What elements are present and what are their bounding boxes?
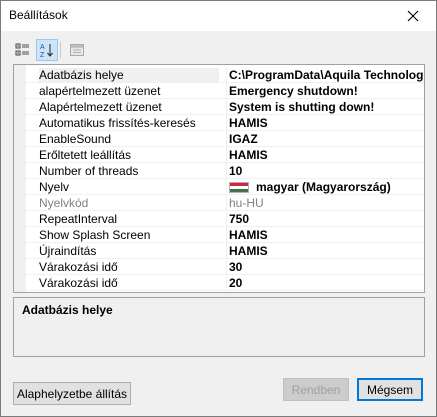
property-row[interactable]: Show Splash Screen HAMIS — [26, 227, 424, 243]
property-value[interactable]: 750 — [229, 212, 423, 226]
column-divider — [226, 163, 227, 178]
property-value[interactable]: 10 — [229, 164, 423, 178]
column-divider — [226, 259, 227, 274]
column-divider — [226, 131, 227, 146]
column-divider — [226, 243, 227, 258]
close-button[interactable] — [390, 1, 436, 31]
property-row[interactable]: Újraindítás HAMIS — [26, 243, 424, 259]
property-row[interactable]: Number of threads 10 — [26, 163, 424, 179]
property-name: Várakozási idő — [39, 260, 118, 274]
categorized-view-button[interactable] — [12, 39, 34, 61]
property-name: Number of threads — [39, 164, 139, 178]
language-value: magyar (Magyarország) — [256, 180, 391, 194]
property-row[interactable]: Nyelvkód hu-HU — [26, 195, 424, 211]
property-name: RepeatInterval — [39, 212, 118, 226]
property-row[interactable]: Várakozási idő 30 — [26, 259, 424, 275]
column-divider — [226, 275, 227, 290]
column-divider — [226, 147, 227, 162]
column-divider — [226, 67, 227, 82]
categorized-view-icon — [15, 43, 29, 56]
description-title: Adatbázis helye — [22, 303, 113, 317]
property-value[interactable]: HAMIS — [229, 228, 423, 242]
flag-stripe-green — [230, 189, 248, 192]
cancel-button[interactable]: Mégsem — [357, 378, 423, 401]
column-divider — [226, 195, 227, 210]
close-icon — [407, 10, 419, 22]
property-name: Újraindítás — [39, 244, 97, 258]
property-row[interactable]: Automatikus frissítés-keresés HAMIS — [26, 115, 424, 131]
property-name: Automatikus frissítés-keresés — [39, 116, 196, 130]
property-value[interactable]: Emergency shutdown! — [229, 84, 423, 98]
alphabetical-sort-button[interactable]: A Z — [36, 39, 58, 61]
svg-text:Z: Z — [40, 52, 45, 58]
title-bar: Beállítások — [1, 1, 436, 31]
property-name: alapértelmezett üzenet — [39, 84, 161, 98]
property-row[interactable]: Nyelv magyar (Magyarország) — [26, 179, 424, 195]
column-divider — [226, 115, 227, 130]
window-title: Beállítások — [9, 8, 68, 22]
property-value[interactable]: 20 — [229, 276, 423, 290]
property-grid: Adatbázis helye C:\ProgramData\Aquila Te… — [13, 64, 425, 293]
column-divider — [226, 99, 227, 114]
property-value[interactable]: HAMIS — [229, 116, 423, 130]
property-name: Erőltetett leállítás — [39, 148, 132, 162]
column-divider — [226, 179, 227, 194]
column-divider — [226, 83, 227, 98]
column-divider — [226, 227, 227, 242]
property-name: Várakozási idő — [39, 276, 118, 290]
grid-left-margin — [14, 65, 26, 292]
svg-text:A: A — [40, 44, 45, 51]
property-name: Adatbázis helye — [39, 68, 219, 82]
property-value[interactable]: 30 — [229, 260, 423, 274]
property-row[interactable]: Erőltetett leállítás HAMIS — [26, 147, 424, 163]
property-value[interactable]: HAMIS — [229, 148, 423, 162]
property-value[interactable]: System is shutting down! — [229, 100, 423, 114]
settings-dialog: Beállítások A Z Adatbázis helye C:\Progr… — [0, 0, 437, 417]
description-panel: Adatbázis helye — [13, 297, 425, 357]
hungary-flag-icon — [229, 182, 249, 193]
property-grid-toolbar: A Z — [12, 39, 425, 61]
property-row[interactable]: EnableSound IGAZ — [26, 131, 424, 147]
property-value[interactable]: C:\ProgramData\Aquila Technology\ — [229, 68, 423, 82]
property-name: Nyelv — [39, 180, 70, 194]
property-pages-button — [66, 39, 88, 61]
property-row[interactable]: RepeatInterval 750 — [26, 211, 424, 227]
property-row[interactable]: alapértelmezett üzenet Emergency shutdow… — [26, 83, 424, 99]
property-value-language[interactable]: magyar (Magyarország) — [229, 180, 423, 194]
toolbar-separator — [60, 42, 61, 58]
property-value[interactable]: IGAZ — [229, 132, 423, 146]
alphabetical-sort-icon: A Z — [40, 44, 53, 58]
property-name: Nyelvkód — [39, 196, 89, 210]
property-row[interactable]: Várakozási idő 20 — [26, 275, 424, 291]
reset-button[interactable]: Alaphelyzetbe állítás — [13, 382, 131, 405]
property-row[interactable]: Alapértelmezett üzenet System is shuttin… — [26, 99, 424, 115]
property-pages-icon — [70, 44, 84, 56]
column-divider — [226, 211, 227, 226]
property-name: Show Splash Screen — [39, 228, 151, 242]
property-name: Alapértelmezett üzenet — [39, 100, 162, 114]
ok-button: Rendben — [283, 378, 349, 401]
property-value: hu-HU — [229, 196, 264, 210]
property-value[interactable]: HAMIS — [229, 244, 423, 258]
property-name: EnableSound — [39, 132, 112, 146]
property-row[interactable]: Adatbázis helye C:\ProgramData\Aquila Te… — [26, 67, 424, 83]
